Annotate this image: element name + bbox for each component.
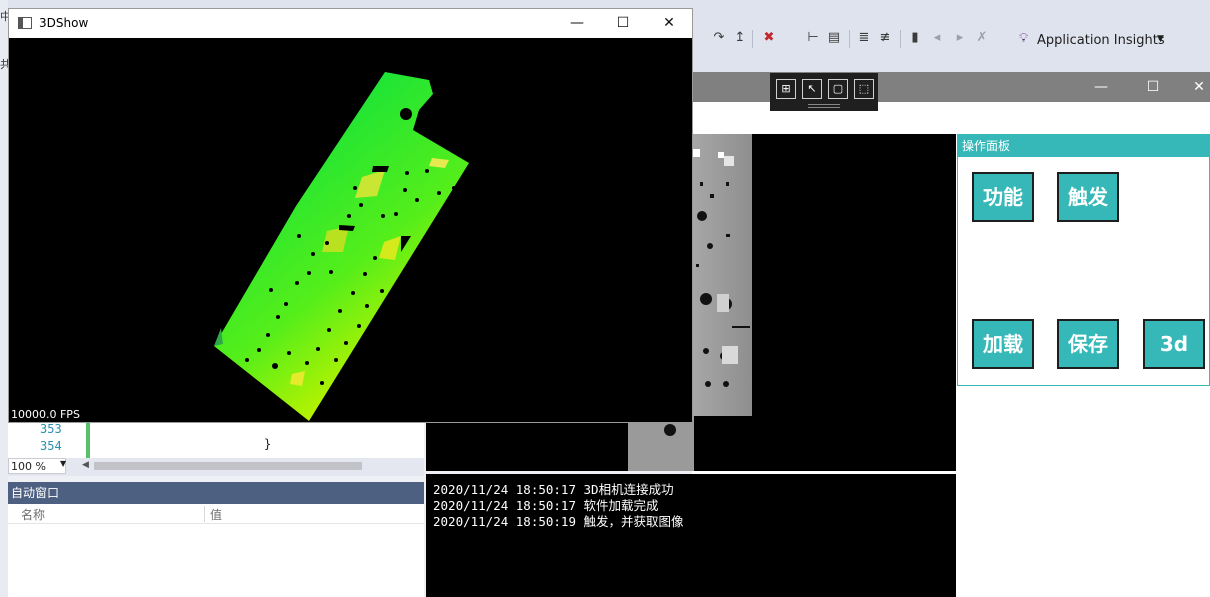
application-insights-icon[interactable]: 💡︎	[1019, 31, 1031, 47]
frame-icon[interactable]: ▢	[828, 79, 848, 99]
step-icon[interactable]: ↥	[733, 31, 747, 45]
operation-panel: 操作面板 功能 触发 加载 保存 3d	[957, 134, 1210, 386]
toolbar-separator	[752, 30, 753, 48]
log-textbox[interactable]: 2020/11/24 18:50:17 3D相机连接成功 2020/11/24 …	[426, 474, 956, 597]
toolbar-separator	[900, 30, 901, 48]
column-header-name[interactable]: 名称	[21, 506, 45, 523]
select-element-icon[interactable]: ⊞	[776, 79, 796, 99]
chevron-down-icon[interactable]: ▼	[1157, 34, 1164, 44]
app-icon	[18, 17, 32, 29]
drag-handle[interactable]	[808, 104, 840, 108]
editor-status-row: 100 % ▼ ◀	[8, 458, 424, 476]
minimize-button[interactable]: —	[554, 9, 600, 38]
pointer-icon[interactable]: ↖	[802, 79, 822, 99]
3dshow-window: 3DShow — ☐ ✕ 10000.0 FPS	[8, 8, 693, 423]
toolbar-separator	[849, 30, 850, 48]
bookmark-icon[interactable]: ▮	[908, 31, 922, 45]
comment-icon[interactable]: ≣	[857, 31, 871, 45]
header-divider	[8, 523, 424, 524]
operation-panel-title: 操作面板	[958, 135, 1210, 157]
autos-window: 自动窗口 名称 值	[8, 482, 424, 597]
collapse-icon[interactable]: ▤	[827, 31, 841, 45]
scroll-left-icon[interactable]: ◀	[82, 460, 89, 470]
line-number: 353	[40, 422, 62, 436]
window-title: 3DShow	[39, 16, 89, 30]
autos-window-title: 自动窗口	[8, 482, 424, 504]
bookmark-next-icon[interactable]: ▸	[953, 31, 967, 45]
column-header-value[interactable]: 值	[210, 506, 222, 523]
minimize-button[interactable]: —	[1078, 72, 1124, 102]
application-insights-button[interactable]: Application Insights	[1037, 33, 1165, 48]
vs-left-strip: 中 共	[0, 0, 11, 597]
fps-counter: 10000.0 FPS	[11, 408, 80, 421]
breakpoint-icon[interactable]: ✖	[762, 31, 776, 45]
change-indicator	[86, 422, 90, 458]
maximize-button[interactable]: ☐	[600, 9, 646, 38]
save-button[interactable]: 保存	[1057, 319, 1119, 369]
load-button[interactable]: 加载	[972, 319, 1034, 369]
chevron-down-icon[interactable]: ▼	[60, 459, 66, 468]
function-button[interactable]: 功能	[972, 172, 1034, 222]
close-button[interactable]: ✕	[646, 9, 692, 38]
xaml-debug-toolbar: ⊞ ↖ ▢ ⬚	[770, 73, 878, 111]
track-focus-icon[interactable]: ⬚	[854, 79, 874, 99]
trigger-button[interactable]: 触发	[1057, 172, 1119, 222]
uncomment-icon[interactable]: ≢	[878, 31, 892, 45]
close-button[interactable]: ✕	[1176, 72, 1210, 102]
code-editor[interactable]: 353 354 }	[8, 422, 424, 458]
horizontal-scrollbar[interactable]	[94, 462, 362, 470]
column-divider[interactable]	[204, 506, 205, 522]
3d-button[interactable]: 3d	[1143, 319, 1205, 369]
bookmark-clear-icon[interactable]: ✗	[975, 31, 989, 45]
pin-icon[interactable]: ⊢	[806, 31, 820, 45]
code-text: }	[264, 437, 272, 451]
redo-icon[interactable]: ↷	[712, 31, 726, 45]
3dshow-titlebar[interactable]: 3DShow — ☐ ✕	[9, 9, 692, 38]
log-line: 2020/11/24 18:50:19 触发，并获取图像	[433, 514, 684, 529]
point-cloud-view[interactable]	[9, 38, 692, 422]
zoom-combobox[interactable]: 100 %	[8, 458, 66, 474]
line-number: 354	[40, 439, 62, 453]
maximize-button[interactable]: ☐	[1130, 72, 1176, 102]
bookmark-prev-icon[interactable]: ◂	[930, 31, 944, 45]
